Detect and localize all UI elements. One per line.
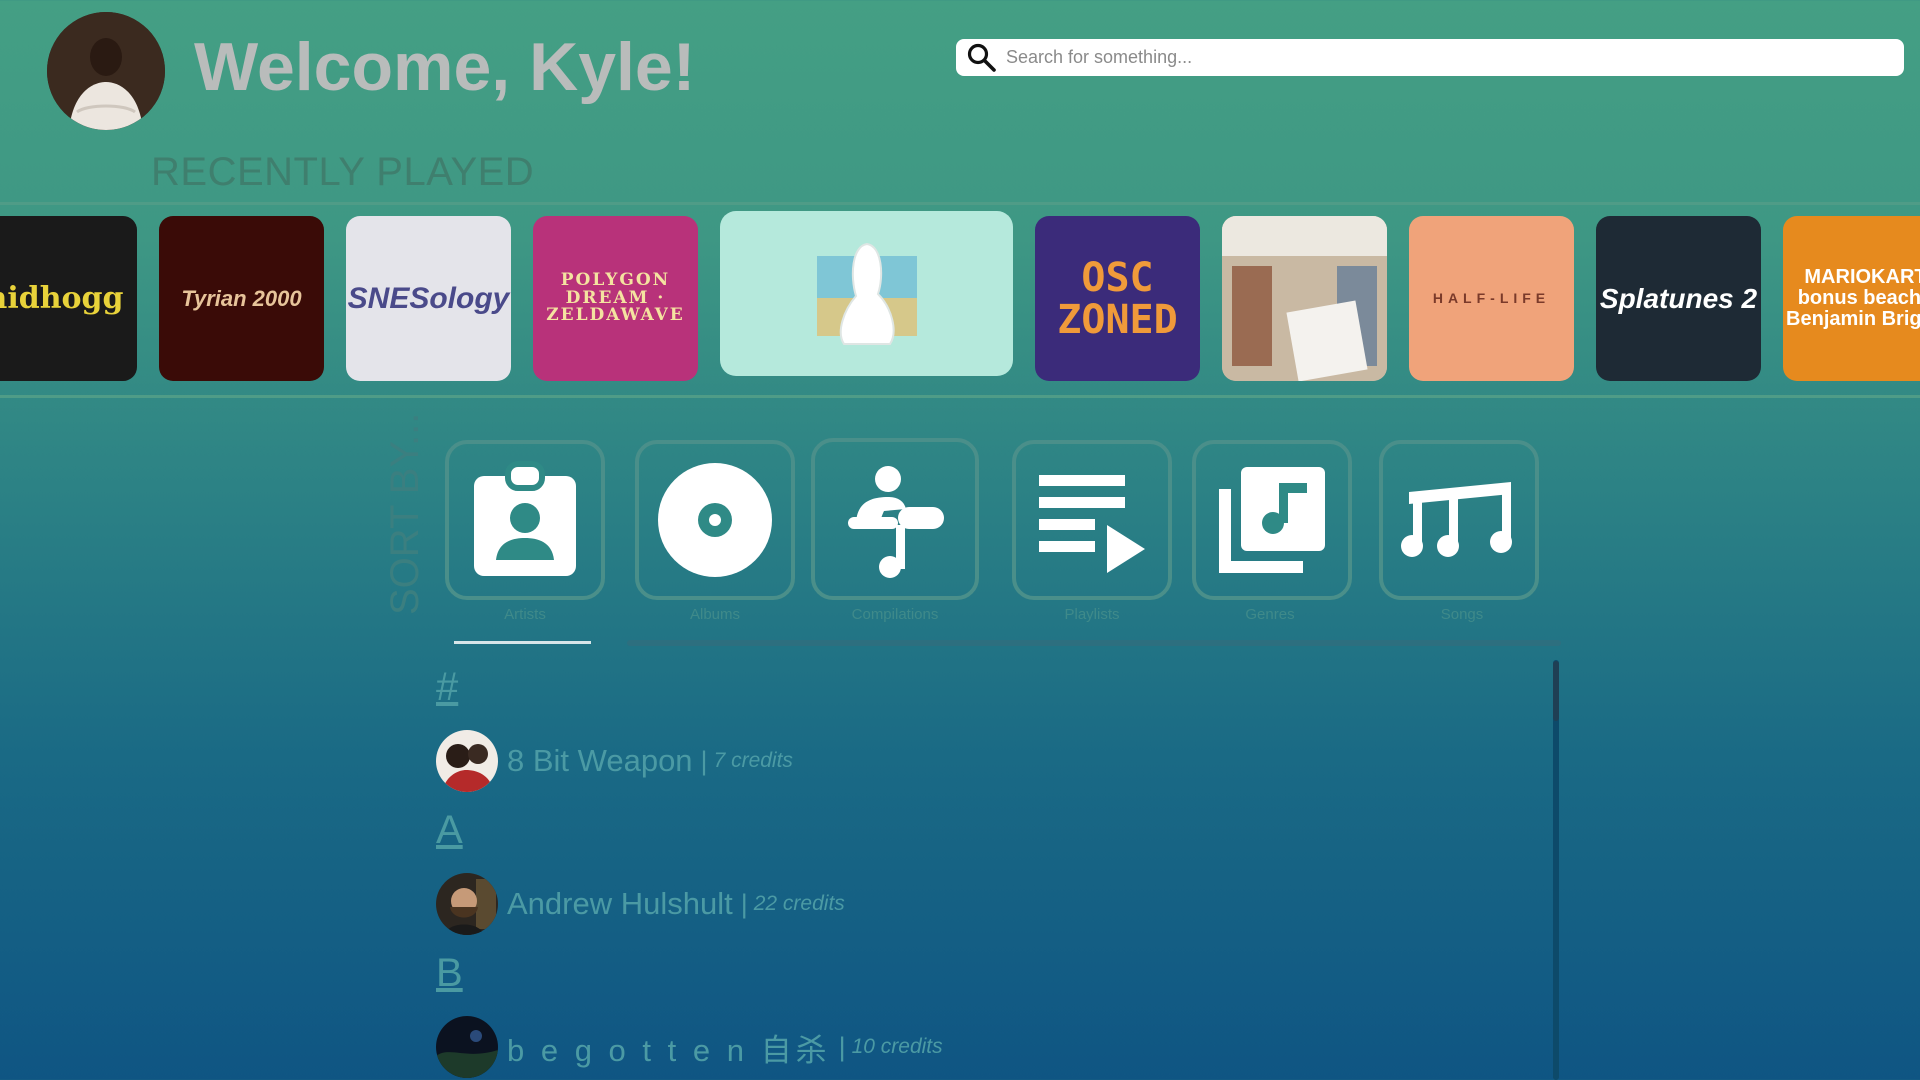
album-title: MARIOKART bonus beach · Benjamin Briggs (1786, 266, 1920, 330)
artist-avatar (436, 730, 498, 792)
album-title: POLYGON DREAM · ZELDAWAVE (546, 269, 685, 326)
album-cover-splatunes[interactable]: Splatunes 2 (1596, 216, 1761, 381)
album-title: SNESology (347, 281, 510, 315)
artist-avatar (436, 873, 498, 935)
notes-icon (1401, 482, 1512, 557)
artist-name: b e g o t t e n 自杀 (507, 1032, 831, 1068)
recently-played-title: RECENTLY PLAYED (151, 150, 535, 194)
sort-compilations-label: Compilations (851, 606, 939, 623)
album-cover-selected[interactable] (720, 211, 1013, 376)
section-letter[interactable]: A (436, 808, 463, 853)
album-cover-half-life[interactable]: HALF-LIFE (1409, 216, 1574, 381)
tab-track (627, 640, 1561, 646)
album-title: Tyrian 2000 (181, 285, 302, 311)
divider-top (0, 202, 1920, 205)
album-art (816, 242, 917, 345)
sort-songs-label: Songs (1440, 606, 1484, 623)
user-avatar[interactable] (47, 12, 165, 130)
album-title: Splatunes 2 (1599, 282, 1758, 314)
separator: | (700, 745, 708, 776)
artist-avatar (436, 1016, 498, 1078)
album-cover-zeldawave[interactable]: POLYGON DREAM · ZELDAWAVE (533, 216, 698, 381)
section-letter[interactable]: B (436, 951, 463, 996)
album-title: OSC ZONED (1057, 254, 1178, 343)
artist-badge-icon (474, 461, 576, 576)
artist-row[interactable]: b e g o t t e n 自杀 | 10 credits (436, 1016, 943, 1078)
playlist-icon (1039, 475, 1145, 573)
search-bar[interactable] (956, 39, 1904, 76)
sort-compilations-button[interactable] (811, 438, 979, 600)
artist-name: 8 Bit Weapon (507, 743, 693, 778)
sort-artists-button[interactable] (445, 440, 605, 600)
album-art (1222, 216, 1387, 381)
recently-played-strip[interactable]: nidhogg Tyrian 2000 SNESology POLYGON DR… (0, 206, 1920, 396)
sort-by-label: SORT BY... (383, 412, 427, 615)
separator: | (740, 888, 748, 919)
active-tab-indicator (454, 641, 591, 644)
sort-albums-button[interactable] (635, 440, 795, 600)
album-title: HALF-LIFE (1432, 290, 1551, 307)
search-icon (967, 43, 996, 72)
section-letter[interactable]: # (436, 665, 458, 710)
artist-credits: 22 credits (753, 892, 845, 915)
album-title: nidhogg (0, 280, 124, 316)
sort-playlists-label: Playlists (1064, 606, 1120, 623)
separator: | (838, 1031, 846, 1062)
user-photo (47, 12, 165, 130)
compilation-icon (848, 466, 944, 578)
artist-credits: 7 credits (713, 749, 793, 772)
artist-row[interactable]: 8 Bit Weapon | 7 credits (436, 730, 793, 792)
album-cover-nidhogg[interactable]: nidhogg (0, 216, 137, 381)
album-cover-osc-zoned[interactable]: OSC ZONED (1035, 216, 1200, 381)
album-cover-snesology[interactable]: SNESology (346, 216, 511, 381)
sort-songs-button[interactable] (1379, 440, 1539, 600)
album-cover-tyrian[interactable]: Tyrian 2000 (159, 216, 324, 381)
sort-genres-label: Genres (1245, 606, 1295, 623)
disc-icon (658, 463, 772, 577)
list-scrollbar[interactable] (1553, 660, 1559, 1080)
artist-row[interactable]: Andrew Hulshult | 22 credits (436, 873, 845, 935)
welcome-heading: Welcome, Kyle! (194, 29, 696, 105)
artist-credits: 10 credits (851, 1035, 943, 1058)
sort-artists-label: Artists (504, 606, 546, 623)
sort-playlists-button[interactable] (1012, 440, 1172, 600)
album-cover-mariokart[interactable]: MARIOKART bonus beach · Benjamin Briggs (1783, 216, 1920, 381)
sort-genres-button[interactable] (1192, 440, 1352, 600)
search-input[interactable] (1000, 41, 1904, 74)
album-cover-store[interactable] (1222, 216, 1387, 381)
sort-albums-label: Albums (689, 606, 741, 623)
artist-name: Andrew Hulshult (507, 886, 733, 921)
list-scrollbar-thumb[interactable] (1553, 661, 1559, 721)
music-library-icon (1219, 467, 1325, 573)
